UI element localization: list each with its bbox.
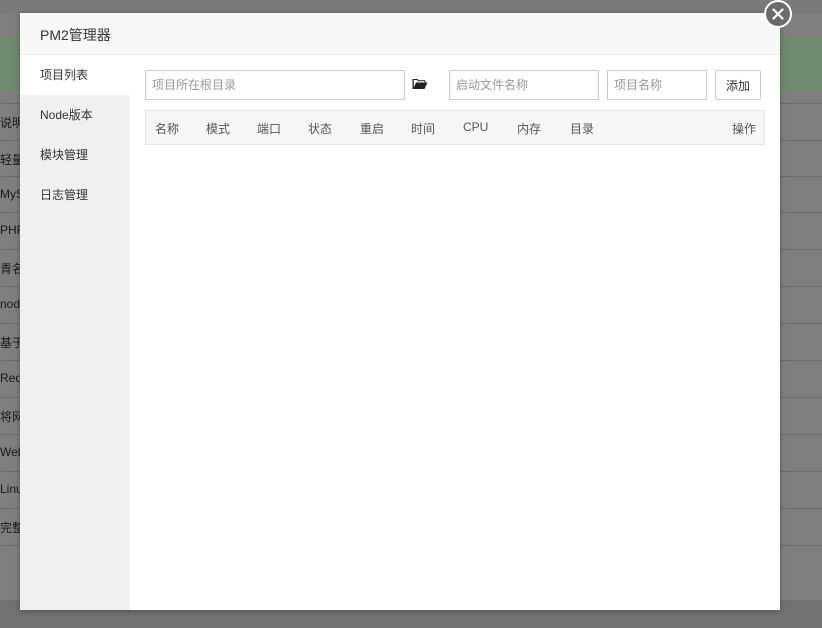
- dialog-content: 添加 名称 模式 端口 状态 重启 时间 CPU 内存 目录 操作: [130, 55, 780, 610]
- sidebar-item-project-list[interactable]: 项目列表: [20, 55, 130, 95]
- column-header-name: 名称: [155, 122, 180, 136]
- project-name-input[interactable]: [607, 70, 707, 100]
- column-header-restart: 重启: [360, 122, 385, 136]
- column-header-directory: 目录: [570, 122, 595, 136]
- column-header-status: 状态: [308, 122, 333, 136]
- project-root-dir-input[interactable]: [145, 70, 405, 100]
- column-header-mode: 模式: [206, 122, 231, 136]
- close-button[interactable]: [764, 0, 792, 28]
- pm2-manager-dialog: PM2管理器 项目列表 Node版本 模块管理 日志管理 添加 名称 模式 端口…: [20, 0, 792, 610]
- dialog-header: PM2管理器: [20, 13, 780, 55]
- add-button[interactable]: 添加: [715, 70, 761, 100]
- table-header: 名称 模式 端口 状态 重启 时间 CPU 内存 目录 操作: [145, 110, 765, 145]
- column-header-port: 端口: [257, 122, 282, 136]
- background-topbar: [0, 0, 822, 14]
- column-header-actions: 操作: [732, 122, 757, 136]
- dialog-title: PM2管理器: [40, 27, 111, 43]
- column-header-time: 时间: [411, 122, 436, 136]
- startup-file-input[interactable]: [449, 70, 599, 100]
- column-header-cpu: CPU: [463, 120, 489, 134]
- column-header-memory: 内存: [517, 122, 542, 136]
- folder-open-icon[interactable]: [412, 77, 428, 94]
- dialog-sidebar: 项目列表 Node版本 模块管理 日志管理: [20, 55, 130, 610]
- sidebar-item-module-management[interactable]: 模块管理: [20, 135, 130, 175]
- sidebar-item-log-management[interactable]: 日志管理: [20, 175, 130, 215]
- close-icon: [772, 8, 784, 20]
- sidebar-item-node-version[interactable]: Node版本: [20, 95, 130, 135]
